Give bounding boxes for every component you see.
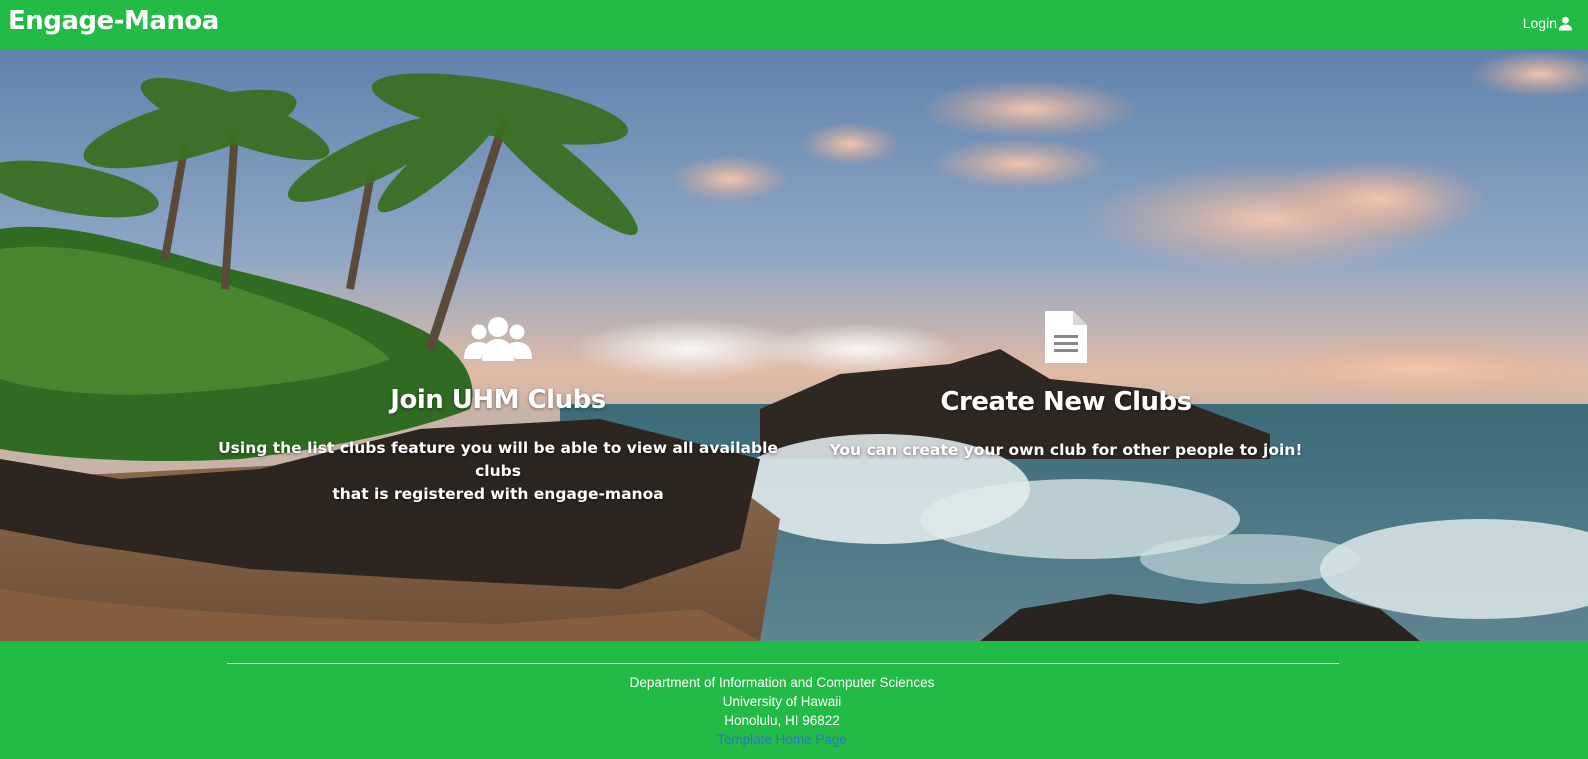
login-button[interactable]: Login (1523, 15, 1573, 31)
user-icon (1558, 16, 1573, 31)
brand-link[interactable]: Engage-Manoa (8, 6, 219, 36)
users-icon (464, 317, 532, 361)
footer-divider (227, 663, 1339, 664)
join-clubs-description-line1: Using the list clubs feature you will be… (218, 439, 778, 480)
join-clubs-description: Using the list clubs feature you will be… (212, 437, 784, 506)
top-navbar: Engage-Manoa Login (0, 0, 1588, 49)
page-footer: Department of Information and Computer S… (0, 641, 1588, 759)
create-clubs-description: You can create your own club for other p… (829, 441, 1303, 459)
join-clubs-description-line2: that is registered with engage-manoa (332, 485, 664, 503)
feature-create-clubs: Create New Clubs You can create your own… (826, 309, 1306, 462)
footer-department: Department of Information and Computer S… (629, 675, 935, 690)
create-clubs-title: Create New Clubs (940, 387, 1192, 417)
footer-university: University of Hawaii (722, 694, 842, 709)
join-clubs-title: Join UHM Clubs (390, 385, 606, 415)
file-text-icon (1045, 311, 1087, 363)
feature-join-clubs: Join UHM Clubs Using the list clubs feat… (212, 315, 784, 506)
footer-city: Honolulu, HI 96822 (724, 713, 840, 728)
hero-section: Join UHM Clubs Using the list clubs feat… (0, 49, 1588, 641)
login-label: Login (1522, 15, 1557, 31)
template-home-link[interactable]: Template Home Page (717, 732, 847, 747)
footer-address: Department of Information and Computer S… (0, 673, 1564, 749)
